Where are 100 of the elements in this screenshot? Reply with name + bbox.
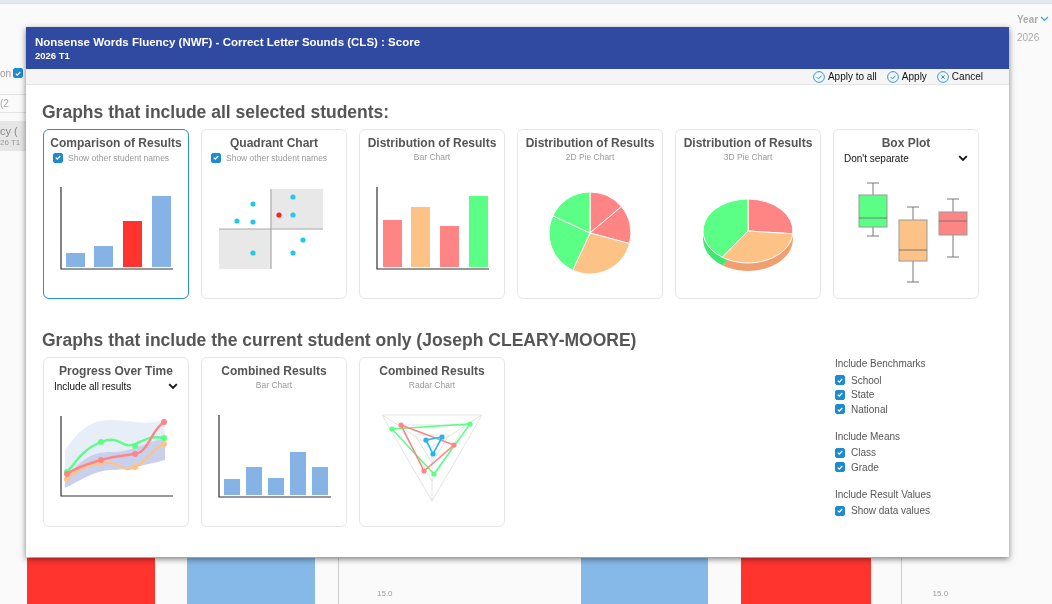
chart-bar [383, 220, 402, 267]
data-point [423, 437, 429, 443]
action-button[interactable]: Cancel [936, 70, 983, 83]
chart-option-card[interactable]: Distribution of Results Bar Chart [359, 129, 505, 299]
checkbox-label: Show other student names [226, 152, 328, 163]
chevron-down-icon [168, 382, 178, 390]
chart-option-card[interactable]: Distribution of Results 2D Pie Chart [517, 129, 663, 299]
card-title: Quadrant Chart [230, 136, 318, 151]
axis-label: 15.0 [932, 589, 949, 598]
card-subtitle: Bar Chart [413, 151, 451, 164]
checkbox-label: Show data values [851, 505, 930, 517]
data-point [276, 212, 282, 218]
card-subtitle: 2D Pie Chart [565, 151, 615, 164]
data-point [467, 421, 473, 427]
chart-option-card[interactable]: Progress Over Time Include all results [43, 357, 189, 527]
card-title: Progress Over Time [59, 364, 173, 379]
checkbox[interactable] [835, 447, 845, 458]
dialog-subtitle: 2026 T1 [35, 49, 71, 62]
card-subtitle: 3D Pie Chart [723, 151, 773, 164]
checkbox[interactable] [13, 68, 24, 78]
box-plot-box [858, 182, 888, 236]
check-icon [886, 70, 899, 83]
chart-bar [224, 479, 240, 495]
chevron-down-icon [1040, 16, 1050, 22]
chart-bar [246, 467, 262, 495]
chart-bar [411, 207, 430, 267]
checkbox-label: School [851, 374, 882, 386]
chart-bar [152, 196, 171, 267]
chart-bar [290, 452, 306, 495]
checkbox[interactable] [835, 404, 845, 415]
data-point [250, 201, 256, 207]
chart-bar [268, 478, 284, 495]
dialog-title: Nonsense Words Fluency (NWF) - Correct Letter Sounds (CLS) : Score [35, 35, 422, 49]
checkbox[interactable] [835, 375, 845, 386]
checkbox-label: Show other student names [68, 152, 170, 163]
data-point [300, 237, 306, 243]
chevron-down-icon [958, 154, 968, 162]
data-point [290, 194, 296, 200]
checkbox-label: National [851, 403, 888, 415]
checkbox-label: Grade [851, 461, 879, 473]
option-group-heading: Include Benchmarks [835, 357, 927, 371]
card-title: Combined Results [379, 364, 485, 379]
chart-option-card[interactable]: Combined Results Radar Chart [359, 357, 505, 527]
data-point [430, 451, 436, 457]
checkbox[interactable] [211, 152, 221, 163]
chart-option-card[interactable]: Box Plot Don't separate [833, 129, 979, 299]
year-value: 2026 [1016, 31, 1041, 43]
column-subtitle: 26 T1 [0, 137, 22, 148]
data-point [234, 218, 240, 224]
check-icon [812, 70, 825, 83]
close-icon [936, 70, 949, 83]
checkbox[interactable] [835, 462, 845, 473]
data-point [421, 468, 427, 474]
data-point [250, 250, 256, 256]
card-title: Box Plot [881, 136, 931, 151]
data-point [389, 426, 395, 432]
quadrant-area [219, 229, 271, 269]
data-point [431, 471, 437, 477]
chart-bar [469, 196, 488, 267]
chart-option-card[interactable]: Comparison of Results Show other student names [43, 129, 189, 299]
chart-bar [94, 246, 113, 267]
data-point [161, 418, 167, 425]
action-button[interactable]: Apply [886, 70, 927, 83]
section-heading: Graphs that include the current student only (Joseph CLEARY-MOORE) [42, 329, 638, 351]
dropdown[interactable]: Include all results [54, 379, 178, 393]
option-group-heading: Include Result Values [835, 487, 932, 502]
option-group-heading: Include Means [835, 429, 902, 444]
card-title: Distribution of Results [525, 136, 655, 151]
checkbox[interactable] [53, 152, 63, 163]
card-title: Comparison of Results [50, 136, 182, 151]
chart-bar [440, 226, 459, 267]
data-point [290, 250, 296, 256]
dropdown[interactable]: Don't separate [844, 151, 968, 165]
chart-bar [312, 467, 328, 495]
card-title: Combined Results [221, 364, 327, 379]
data-point [398, 422, 404, 428]
checkbox[interactable] [835, 389, 845, 400]
chart-option-card[interactable]: Distribution of Results 3D Pie Chart [675, 129, 821, 299]
card-subtitle: Radar Chart [408, 379, 456, 392]
checkbox-label: Class [851, 447, 876, 459]
chart-bar [123, 221, 142, 267]
section-heading: Graphs that include all selected students: [42, 101, 391, 123]
filter-label: on [0, 67, 12, 79]
data-point [98, 438, 104, 445]
checkbox-label: State [851, 389, 875, 401]
data-point [451, 442, 457, 448]
action-button[interactable]: Apply to all [812, 70, 877, 83]
checkbox[interactable] [835, 505, 845, 516]
data-point [132, 463, 138, 470]
axis-label: 15.0 [377, 589, 393, 598]
card-title: Distribution of Results [683, 136, 813, 151]
chart-bar [66, 253, 85, 267]
column-title: cy ( [0, 124, 19, 138]
chart-option-card[interactable]: Quadrant Chart Show other student names [201, 129, 347, 299]
data-point [250, 219, 256, 225]
data-point [290, 212, 296, 218]
chart-option-card[interactable]: Combined Results Bar Chart [201, 357, 347, 527]
box-plot-box [938, 198, 968, 257]
card-subtitle: Bar Chart [255, 379, 293, 392]
data-point [439, 434, 445, 440]
